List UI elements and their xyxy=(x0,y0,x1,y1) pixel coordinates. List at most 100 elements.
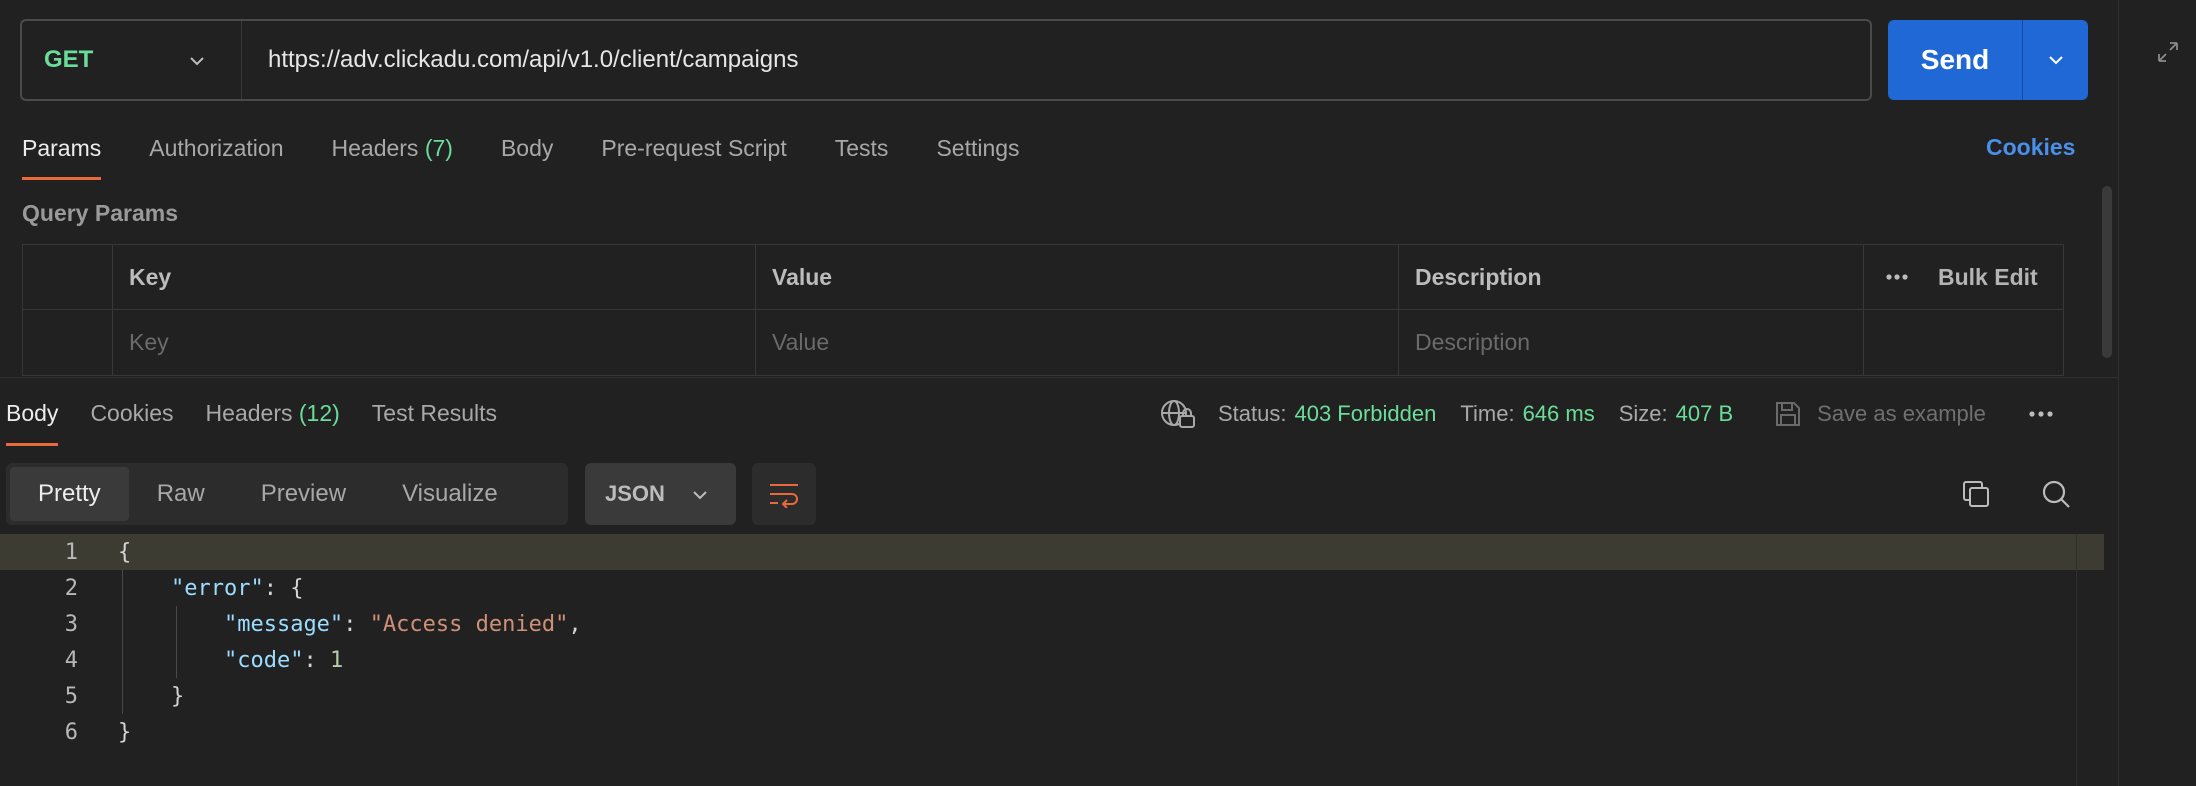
tab-params[interactable]: Params xyxy=(22,132,102,180)
tab-response-body[interactable]: Body xyxy=(6,396,59,446)
editor-edge xyxy=(2076,534,2077,786)
tab-pre-request-script[interactable]: Pre-request Script xyxy=(601,132,786,180)
url-input[interactable]: https://adv.clickadu.com/api/v1.0/client… xyxy=(242,46,798,74)
table-header-row: Key Value Description Bulk Edit xyxy=(23,245,2063,310)
format-label: JSON xyxy=(605,481,665,506)
line-number: 5 xyxy=(64,683,78,709)
right-sidebar xyxy=(2118,0,2196,786)
tab-label: Params xyxy=(22,135,102,161)
code-line: 1 { xyxy=(0,534,2104,570)
tab-headers[interactable]: Headers (7) xyxy=(332,132,453,180)
row-checkbox-cell xyxy=(23,310,113,375)
tab-authorization[interactable]: Authorization xyxy=(149,132,283,180)
code-line: 2 "error": { xyxy=(0,570,2104,606)
tab-label: Headers xyxy=(331,135,419,161)
wrap-lines-icon xyxy=(770,484,798,508)
request-workspace: GET https://adv.clickadu.com/api/v1.0/cl… xyxy=(0,0,2118,786)
tab-tests[interactable]: Tests xyxy=(835,132,889,180)
key-input[interactable]: Key xyxy=(113,310,756,375)
row-actions xyxy=(1864,310,2063,375)
tab-test-results[interactable]: Test Results xyxy=(372,396,497,446)
code-line: 6 } xyxy=(0,714,2104,750)
tab-body[interactable]: Body xyxy=(501,132,553,180)
chevron-down-icon xyxy=(693,491,707,500)
query-params-title: Query Params xyxy=(22,200,178,226)
size-label: Size: xyxy=(1618,401,1668,426)
method-label: GET xyxy=(44,46,94,73)
cookies-link[interactable]: Cookies xyxy=(1986,134,2075,161)
line-number: 3 xyxy=(64,611,78,637)
request-tabs: Params Authorization Headers (7) Body Pr… xyxy=(22,132,1068,180)
collapse-icon[interactable] xyxy=(2156,40,2180,64)
tab-response-cookies[interactable]: Cookies xyxy=(90,396,173,446)
send-button[interactable]: Send xyxy=(1888,20,2023,100)
globe-lock-icon[interactable] xyxy=(1160,398,1196,430)
tab-label: Cookies xyxy=(90,400,174,426)
tab-label: Body xyxy=(500,135,554,161)
tab-label: Pre-request Script xyxy=(601,135,787,161)
tab-label: Tests xyxy=(834,135,889,161)
tab-label: Headers xyxy=(205,400,293,426)
headers-count: (7) xyxy=(424,135,453,161)
code-text: } xyxy=(118,683,185,709)
status-label: Status: xyxy=(1218,401,1287,426)
time-label: Time: xyxy=(1460,401,1515,426)
indent-guide xyxy=(122,570,123,714)
view-preview[interactable]: Preview xyxy=(233,467,374,521)
response-status-bar: Status: 403 Forbidden Time: 646 ms Size:… xyxy=(1160,398,2056,430)
save-icon xyxy=(1776,402,1801,426)
code-line: 4 "code": 1 xyxy=(0,642,2104,678)
method-select[interactable]: GET xyxy=(22,21,242,99)
column-header-key: Key xyxy=(113,245,756,309)
search-icon[interactable] xyxy=(2040,478,2072,510)
more-options-button[interactable] xyxy=(1864,273,1930,281)
code-line: 3 "message": "Access denied", xyxy=(0,606,2104,642)
view-visualize[interactable]: Visualize xyxy=(374,467,526,521)
chevron-down-icon xyxy=(190,57,204,66)
request-scrollbar[interactable] xyxy=(2102,186,2112,358)
tab-settings[interactable]: Settings xyxy=(936,132,1019,180)
size-value[interactable]: 407 B xyxy=(1676,401,1734,427)
indent-guide xyxy=(176,606,177,678)
code-text: { xyxy=(118,539,132,565)
code-line: 5 } xyxy=(0,678,2104,714)
line-number: 2 xyxy=(64,575,78,601)
view-pretty[interactable]: Pretty xyxy=(10,467,129,521)
format-select[interactable]: JSON xyxy=(585,463,736,525)
status-value[interactable]: 403 Forbidden xyxy=(1294,401,1436,427)
code-text: "message": "Access denied", xyxy=(223,611,582,637)
url-bar: GET https://adv.clickadu.com/api/v1.0/cl… xyxy=(20,19,1872,101)
send-options-button[interactable] xyxy=(2023,20,2088,100)
chevron-down-icon xyxy=(2048,56,2063,65)
copy-icon[interactable] xyxy=(1960,478,1992,510)
tab-label: Body xyxy=(6,400,59,426)
column-header-value: Value xyxy=(756,245,1399,309)
table-actions: Bulk Edit xyxy=(1864,245,2063,309)
tab-label: Authorization xyxy=(149,135,284,161)
tab-label: Settings xyxy=(936,135,1020,161)
table-row: Key Value Description xyxy=(23,310,2063,375)
line-number: 4 xyxy=(64,647,78,673)
wrap-lines-button[interactable] xyxy=(752,463,816,525)
more-icon xyxy=(1886,274,1908,280)
view-mode-selector: Pretty Raw Preview Visualize xyxy=(6,463,568,525)
response-body-viewer[interactable]: 1 { 2 "error": { 3 "message": "Access de… xyxy=(0,534,2104,786)
view-raw[interactable]: Raw xyxy=(129,467,233,521)
response-headers-count: (12) xyxy=(298,400,340,426)
time-value[interactable]: 646 ms xyxy=(1523,401,1595,427)
column-header-description: Description xyxy=(1399,245,1864,309)
checkbox-column xyxy=(23,245,113,309)
value-input[interactable]: Value xyxy=(756,310,1399,375)
code-text: } xyxy=(118,719,132,745)
pane-divider[interactable] xyxy=(0,377,2118,378)
save-as-example-button[interactable]: Save as example xyxy=(1817,401,1986,427)
send-button-group: Send xyxy=(1888,20,2088,100)
description-input[interactable]: Description xyxy=(1399,310,1864,375)
tab-label: Test Results xyxy=(371,400,498,426)
code-text: "error": { xyxy=(170,575,304,601)
more-icon[interactable] xyxy=(2026,399,2056,429)
scrollbar-thumb[interactable] xyxy=(2102,186,2112,358)
bulk-edit-button[interactable]: Bulk Edit xyxy=(1938,264,2038,291)
line-number: 1 xyxy=(64,539,78,565)
tab-response-headers[interactable]: Headers (12) xyxy=(206,396,340,446)
